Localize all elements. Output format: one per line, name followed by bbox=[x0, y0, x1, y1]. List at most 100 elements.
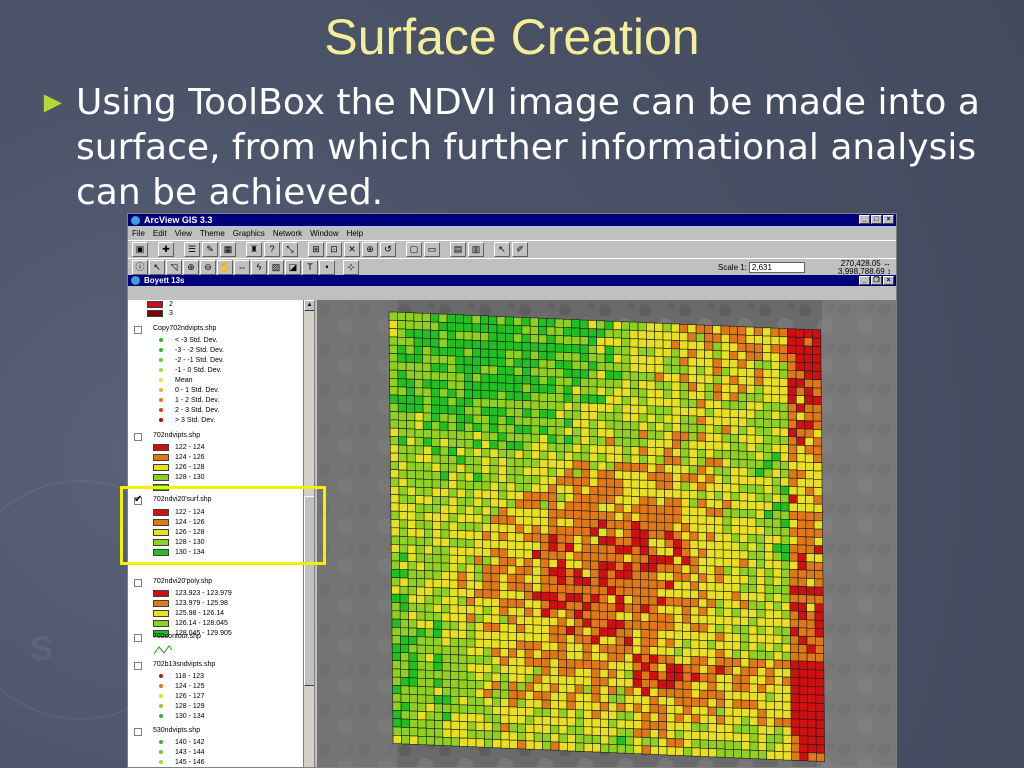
surface-cell bbox=[682, 655, 692, 665]
menu-network[interactable]: Network bbox=[273, 229, 302, 238]
zoom-in-fixed-icon[interactable]: ⊕ bbox=[362, 242, 378, 257]
surface-cell bbox=[612, 321, 622, 330]
hotlink-icon[interactable]: ϟ bbox=[251, 259, 267, 275]
surface-cell bbox=[557, 559, 566, 569]
menu-edit[interactable]: Edit bbox=[153, 229, 167, 238]
map-canvas[interactable] bbox=[317, 300, 897, 768]
surface-cell bbox=[680, 506, 690, 516]
surface-cell bbox=[425, 661, 435, 671]
surface-cell bbox=[481, 431, 490, 441]
surface-cell bbox=[649, 704, 659, 714]
surface-cell bbox=[472, 406, 482, 416]
surface-cell bbox=[548, 525, 558, 535]
snap-icon[interactable]: ⊹ bbox=[343, 259, 359, 275]
menu-help[interactable]: Help bbox=[347, 229, 363, 238]
layer-visibility-checkbox[interactable] bbox=[134, 326, 142, 334]
layer-visibility-checkbox[interactable] bbox=[134, 728, 142, 736]
menu-theme[interactable]: Theme bbox=[200, 229, 225, 238]
measure-icon[interactable]: ⇔ bbox=[234, 259, 250, 275]
vertex-edit-icon[interactable]: ◹ bbox=[166, 259, 182, 275]
window-titlebar[interactable]: ArcView GIS 3.3 _ □ × bbox=[128, 214, 896, 226]
surface-cell bbox=[729, 334, 738, 344]
zoom-active-icon[interactable]: ⊡ bbox=[326, 242, 342, 257]
menu-view[interactable]: View bbox=[175, 229, 192, 238]
minimize-button[interactable]: _ bbox=[859, 215, 870, 224]
view-restore-button[interactable]: ❐ bbox=[871, 276, 882, 285]
save-icon[interactable]: ▣ bbox=[132, 242, 148, 257]
surface-cell bbox=[665, 597, 675, 607]
surface-cell bbox=[621, 404, 631, 414]
surface-cell bbox=[648, 579, 658, 589]
scroll-up-arrow-icon[interactable]: ▲ bbox=[304, 300, 314, 311]
layer-visibility-checkbox[interactable] bbox=[134, 579, 142, 587]
surface-cell bbox=[673, 647, 683, 657]
view-minimize-button[interactable]: _ bbox=[859, 276, 870, 285]
surface-cell bbox=[782, 751, 792, 761]
surface-cell bbox=[597, 453, 607, 463]
layer-visibility-checkbox[interactable] bbox=[134, 634, 142, 642]
surface-cell bbox=[739, 583, 749, 593]
surface-cell bbox=[407, 553, 417, 562]
surface-cell bbox=[779, 394, 789, 404]
surface-cell bbox=[688, 407, 698, 417]
layer-visibility-checkbox[interactable] bbox=[134, 662, 142, 670]
area-of-interest-icon[interactable]: ▨ bbox=[268, 259, 284, 275]
locate-icon[interactable]: ⤡ bbox=[282, 242, 298, 257]
surface-cell bbox=[573, 593, 583, 603]
help-icon[interactable]: ↖ bbox=[494, 242, 510, 257]
map-view[interactable] bbox=[317, 300, 897, 768]
surface-cell bbox=[638, 430, 648, 439]
surface-cell bbox=[813, 495, 823, 505]
menu-graphics[interactable]: Graphics bbox=[233, 229, 265, 238]
scale-input[interactable]: 2,631 bbox=[748, 262, 805, 273]
menu-file[interactable]: File bbox=[132, 229, 145, 238]
surface-cell bbox=[524, 607, 534, 617]
text-icon[interactable]: T bbox=[302, 259, 318, 275]
surface-cell bbox=[423, 479, 433, 488]
find-icon[interactable]: ♜ bbox=[246, 242, 262, 257]
edit-legend-icon[interactable]: ✎ bbox=[202, 242, 218, 257]
surface-cell bbox=[781, 593, 791, 603]
surface-cell bbox=[550, 716, 560, 726]
surface-cell bbox=[508, 731, 518, 741]
identify-icon[interactable]: ⓘ bbox=[132, 259, 148, 275]
theme-properties-icon[interactable]: ☰ bbox=[184, 242, 200, 257]
menu-window[interactable]: Window bbox=[310, 229, 338, 238]
surface-cell bbox=[657, 679, 667, 689]
pan-icon[interactable]: ✋ bbox=[217, 259, 233, 275]
surface-cell bbox=[788, 436, 797, 446]
zoom-previous-icon[interactable]: ↺ bbox=[380, 242, 396, 257]
surface-cell bbox=[730, 492, 740, 501]
surface-cell bbox=[762, 385, 772, 395]
view-close-button[interactable]: × bbox=[883, 276, 894, 285]
surface-cell bbox=[598, 561, 608, 571]
close-button[interactable]: × bbox=[883, 215, 894, 224]
palette-icon[interactable]: ✐ bbox=[512, 242, 528, 257]
label-icon[interactable]: ◪ bbox=[285, 259, 301, 275]
zoom-selected-icon[interactable]: ✕ bbox=[344, 242, 360, 257]
clear-selection-icon[interactable]: ▭ bbox=[424, 242, 440, 257]
layer-visibility-checkbox[interactable] bbox=[134, 433, 142, 441]
view-titlebar[interactable]: Boyett 13s _ ❐ × bbox=[128, 275, 896, 286]
promote-icon[interactable]: ▤ bbox=[450, 242, 466, 257]
surface-cell bbox=[806, 586, 816, 596]
surface-cell bbox=[665, 646, 675, 656]
add-theme-icon[interactable]: ✚ bbox=[158, 242, 174, 257]
surface-cell bbox=[389, 427, 399, 437]
maximize-button[interactable]: □ bbox=[871, 215, 882, 224]
zoom-out-icon[interactable]: ⊖ bbox=[200, 259, 216, 275]
zoom-extent-icon[interactable]: ⊞ bbox=[308, 242, 324, 257]
chart-icon[interactable]: ▥ bbox=[468, 242, 484, 257]
surface-cell bbox=[704, 383, 714, 393]
open-table-icon[interactable]: ▦ bbox=[220, 242, 236, 257]
select-features-icon[interactable]: ▢ bbox=[406, 242, 422, 257]
surface-cell bbox=[580, 460, 590, 470]
surface-cell bbox=[606, 503, 616, 513]
pointer-icon[interactable]: ↖ bbox=[149, 259, 165, 275]
draw-point-icon[interactable]: • bbox=[319, 259, 335, 275]
surface-cell bbox=[433, 695, 443, 705]
zoom-in-icon[interactable]: ⊕ bbox=[183, 259, 199, 275]
surface-cell bbox=[624, 636, 633, 646]
surface-cell bbox=[532, 641, 542, 651]
query-icon[interactable]: ? bbox=[264, 242, 280, 257]
